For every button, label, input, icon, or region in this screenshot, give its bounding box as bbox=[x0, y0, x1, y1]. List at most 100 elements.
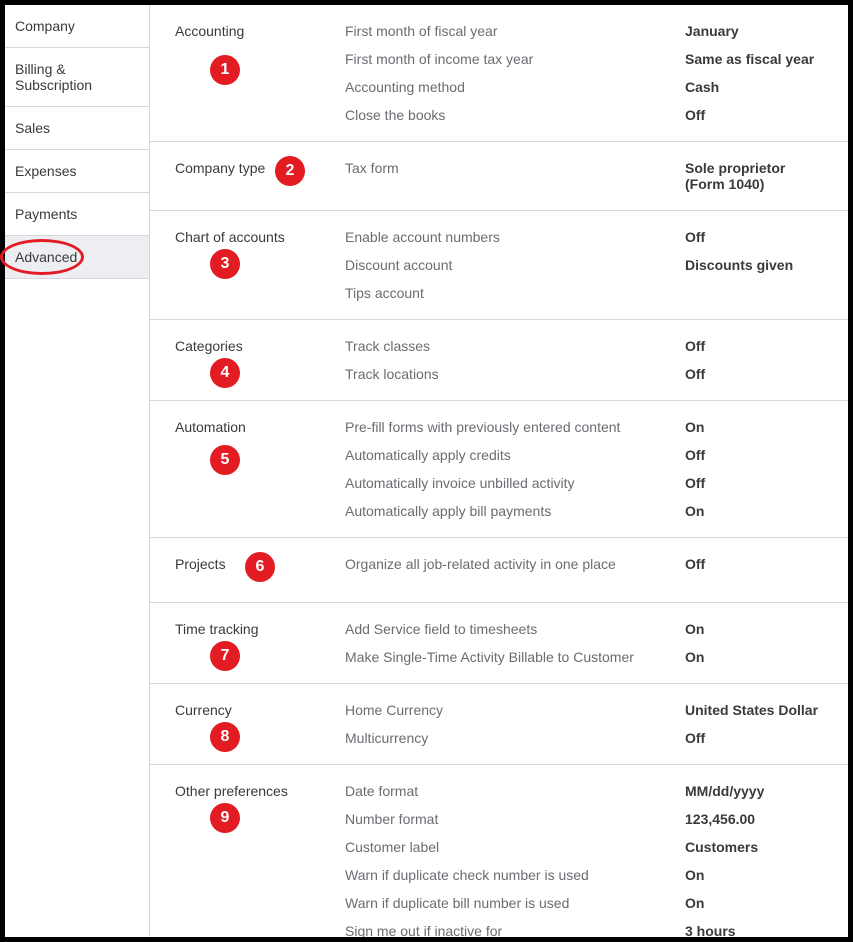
setting-row: Tips account bbox=[345, 285, 828, 301]
annotation-badge-3: 3 bbox=[210, 249, 240, 279]
section-other-preferences[interactable]: Other preferences 9 Date format MM/dd/yy… bbox=[150, 765, 848, 937]
setting-label: First month of income tax year bbox=[345, 51, 685, 67]
setting-label: Track classes bbox=[345, 338, 685, 354]
annotation-badge-4: 4 bbox=[210, 358, 240, 388]
setting-row: First month of fiscal year January bbox=[345, 23, 828, 39]
setting-label: Customer label bbox=[345, 839, 685, 855]
setting-label: Tax form bbox=[345, 160, 685, 176]
sidebar-item-label: Expenses bbox=[15, 163, 76, 179]
sidebar-item-advanced[interactable]: Advanced bbox=[5, 236, 149, 279]
setting-row: Home Currency United States Dollar bbox=[345, 702, 828, 718]
setting-value: Off bbox=[685, 556, 705, 572]
section-title-accounting: Accounting bbox=[175, 23, 345, 123]
annotation-badge-7: 7 bbox=[210, 641, 240, 671]
setting-value: On bbox=[685, 419, 704, 435]
section-chart-of-accounts[interactable]: Chart of accounts 3 Enable account numbe… bbox=[150, 211, 848, 320]
setting-value: On bbox=[685, 649, 704, 665]
setting-value: 123,456.00 bbox=[685, 811, 755, 827]
section-title-currency: Currency bbox=[175, 702, 345, 746]
sidebar-item-sales[interactable]: Sales bbox=[5, 107, 149, 150]
app-frame: Company Billing & Subscription Sales Exp… bbox=[5, 5, 848, 937]
section-body: Enable account numbers Off Discount acco… bbox=[345, 229, 828, 301]
setting-label: Warn if duplicate check number is used bbox=[345, 867, 685, 883]
setting-row: Organize all job-related activity in one… bbox=[345, 556, 828, 572]
setting-row: Make Single-Time Activity Billable to Cu… bbox=[345, 649, 828, 665]
setting-label: Date format bbox=[345, 783, 685, 799]
sidebar-item-expenses[interactable]: Expenses bbox=[5, 150, 149, 193]
section-body: Track classes Off Track locations Off bbox=[345, 338, 828, 382]
setting-value: On bbox=[685, 503, 704, 519]
setting-label: Add Service field to timesheets bbox=[345, 621, 685, 637]
setting-row: Automatically apply credits Off bbox=[345, 447, 828, 463]
setting-label: Automatically apply bill payments bbox=[345, 503, 685, 519]
setting-value: Off bbox=[685, 107, 705, 123]
section-title-company-type: Company type bbox=[175, 160, 345, 192]
sidebar-item-label: Advanced bbox=[15, 249, 77, 265]
sidebar-item-payments[interactable]: Payments bbox=[5, 193, 149, 236]
annotation-badge-1: 1 bbox=[210, 55, 240, 85]
setting-label: Close the books bbox=[345, 107, 685, 123]
setting-row: Accounting method Cash bbox=[345, 79, 828, 95]
annotation-badge-9: 9 bbox=[210, 803, 240, 833]
settings-sidebar: Company Billing & Subscription Sales Exp… bbox=[5, 5, 150, 937]
setting-value: MM/dd/yyyy bbox=[685, 783, 764, 799]
setting-row: Automatically invoice unbilled activity … bbox=[345, 475, 828, 491]
setting-row: Sign me out if inactive for 3 hours bbox=[345, 923, 828, 937]
setting-value: Off bbox=[685, 338, 705, 354]
section-body: Date format MM/dd/yyyy Number format 123… bbox=[345, 783, 828, 937]
setting-label: Track locations bbox=[345, 366, 685, 382]
setting-value: United States Dollar bbox=[685, 702, 818, 718]
setting-label: Number format bbox=[345, 811, 685, 827]
sidebar-item-company[interactable]: Company bbox=[5, 5, 149, 48]
annotation-badge-2: 2 bbox=[275, 156, 305, 186]
setting-row: Enable account numbers Off bbox=[345, 229, 828, 245]
section-company-type[interactable]: Company type 2 Tax form Sole proprietor … bbox=[150, 142, 848, 211]
section-categories[interactable]: Categories 4 Track classes Off Track loc… bbox=[150, 320, 848, 401]
setting-row: Track locations Off bbox=[345, 366, 828, 382]
section-title-chart-of-accounts: Chart of accounts bbox=[175, 229, 345, 301]
section-title-automation: Automation bbox=[175, 419, 345, 519]
setting-label: Make Single-Time Activity Billable to Cu… bbox=[345, 649, 685, 665]
setting-label: Automatically invoice unbilled activity bbox=[345, 475, 685, 491]
setting-value: 3 hours bbox=[685, 923, 736, 937]
setting-value: Off bbox=[685, 447, 705, 463]
setting-value: On bbox=[685, 867, 704, 883]
section-projects[interactable]: Projects 6 Organize all job-related acti… bbox=[150, 538, 848, 603]
setting-value: Discounts given bbox=[685, 257, 793, 273]
setting-value: Same as fiscal year bbox=[685, 51, 814, 67]
setting-row: Track classes Off bbox=[345, 338, 828, 354]
annotation-badge-8: 8 bbox=[210, 722, 240, 752]
setting-value: Customers bbox=[685, 839, 758, 855]
section-accounting[interactable]: Accounting 1 First month of fiscal year … bbox=[150, 5, 848, 142]
sidebar-item-label: Payments bbox=[15, 206, 77, 222]
section-title-other-preferences: Other preferences bbox=[175, 783, 345, 937]
setting-label: Organize all job-related activity in one… bbox=[345, 556, 685, 572]
setting-row: Warn if duplicate bill number is used On bbox=[345, 895, 828, 911]
setting-row: Discount account Discounts given bbox=[345, 257, 828, 273]
setting-label: First month of fiscal year bbox=[345, 23, 685, 39]
sidebar-item-label: Billing & Subscription bbox=[15, 61, 92, 93]
setting-row: Customer label Customers bbox=[345, 839, 828, 855]
section-time-tracking[interactable]: Time tracking 7 Add Service field to tim… bbox=[150, 603, 848, 684]
main-content: Accounting 1 First month of fiscal year … bbox=[150, 5, 848, 937]
setting-value: On bbox=[685, 621, 704, 637]
setting-row: Close the books Off bbox=[345, 107, 828, 123]
section-body: First month of fiscal year January First… bbox=[345, 23, 828, 123]
setting-row: First month of income tax year Same as f… bbox=[345, 51, 828, 67]
setting-value: Cash bbox=[685, 79, 719, 95]
setting-value: On bbox=[685, 895, 704, 911]
setting-value: Sole proprietor (Form 1040) bbox=[685, 160, 828, 192]
setting-label: Pre-fill forms with previously entered c… bbox=[345, 419, 685, 435]
section-currency[interactable]: Currency 8 Home Currency United States D… bbox=[150, 684, 848, 765]
setting-label: Automatically apply credits bbox=[345, 447, 685, 463]
section-automation[interactable]: Automation 5 Pre-fill forms with previou… bbox=[150, 401, 848, 538]
setting-value: Off bbox=[685, 229, 705, 245]
annotation-badge-5: 5 bbox=[210, 445, 240, 475]
setting-row: Tax form Sole proprietor (Form 1040) bbox=[345, 160, 828, 192]
setting-row: Multicurrency Off bbox=[345, 730, 828, 746]
section-body: Pre-fill forms with previously entered c… bbox=[345, 419, 828, 519]
section-body: Tax form Sole proprietor (Form 1040) bbox=[345, 160, 828, 192]
setting-label: Warn if duplicate bill number is used bbox=[345, 895, 685, 911]
sidebar-item-billing[interactable]: Billing & Subscription bbox=[5, 48, 149, 107]
setting-row: Date format MM/dd/yyyy bbox=[345, 783, 828, 799]
